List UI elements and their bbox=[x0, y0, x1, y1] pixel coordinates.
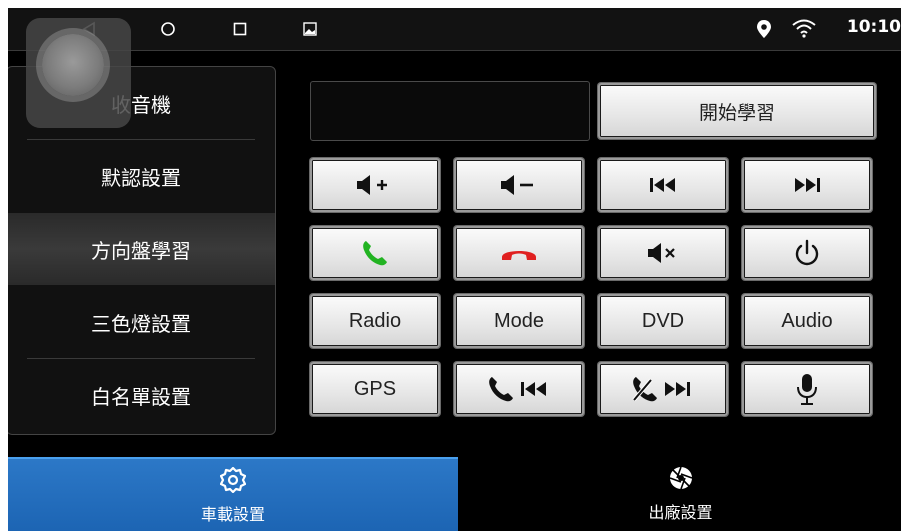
power-icon bbox=[795, 239, 819, 266]
previous-track-button[interactable] bbox=[598, 158, 728, 212]
voice-button[interactable] bbox=[742, 362, 872, 416]
gallery-icon bbox=[299, 18, 321, 40]
microphone-icon bbox=[797, 374, 817, 405]
call-hangup-icon bbox=[502, 251, 536, 260]
assistive-touch-button[interactable] bbox=[26, 18, 131, 128]
answer-call-button[interactable] bbox=[310, 226, 440, 280]
tab-label: 出廠設置 bbox=[648, 503, 713, 522]
volume-up-icon bbox=[357, 175, 387, 195]
tab-vehicle-settings[interactable]: 車載設置 bbox=[8, 457, 458, 531]
hangup-next-icon bbox=[632, 377, 690, 402]
gear-icon bbox=[220, 467, 246, 493]
volume-down-button[interactable] bbox=[454, 158, 584, 212]
mode-button[interactable]: Mode bbox=[454, 294, 584, 348]
status-bar: 10:10 bbox=[8, 8, 901, 51]
volume-down-icon bbox=[501, 175, 533, 195]
mute-button[interactable] bbox=[598, 226, 728, 280]
previous-track-icon bbox=[650, 178, 675, 192]
clock: 10:10 bbox=[846, 17, 901, 37]
call-previous-icon bbox=[489, 377, 546, 402]
call-answer-icon bbox=[363, 241, 387, 266]
radio-button[interactable]: Radio bbox=[310, 294, 440, 348]
aperture-icon bbox=[669, 466, 692, 490]
location-icon bbox=[753, 18, 775, 40]
mute-icon bbox=[648, 243, 675, 263]
recents-icon[interactable] bbox=[229, 18, 251, 40]
wifi-icon bbox=[790, 18, 818, 40]
bottom-tab-bar: 車載設置 出廠設置 bbox=[8, 453, 901, 531]
dvd-button[interactable]: DVD bbox=[598, 294, 728, 348]
volume-up-button[interactable] bbox=[310, 158, 440, 212]
audio-button[interactable]: Audio bbox=[742, 294, 872, 348]
call-previous-button[interactable] bbox=[454, 362, 584, 416]
power-button[interactable] bbox=[742, 226, 872, 280]
menu-item-tricolor-light[interactable]: 三色燈設置 bbox=[8, 286, 275, 358]
menu-item-default-settings[interactable]: 默認設置 bbox=[8, 140, 275, 212]
gps-button[interactable]: GPS bbox=[310, 362, 440, 416]
top-caption-strip bbox=[0, 0, 901, 8]
assistive-touch-icon bbox=[42, 34, 104, 96]
tab-label: 車載設置 bbox=[200, 505, 265, 524]
menu-item-steering-learning[interactable]: 方向盤學習 bbox=[8, 213, 275, 285]
next-track-button[interactable] bbox=[742, 158, 872, 212]
home-icon[interactable] bbox=[157, 18, 179, 40]
hangup-call-button[interactable] bbox=[454, 226, 584, 280]
tab-factory-settings[interactable]: 出廠設置 bbox=[460, 457, 901, 531]
menu-item-whitelist[interactable]: 白名單設置 bbox=[8, 359, 275, 431]
start-learning-button[interactable]: 開始學習 bbox=[598, 83, 876, 139]
head-unit-screen: 10:10 收音機 默認設置 方向盤學習 三色燈設置 白名單設置 開始學習 Ra… bbox=[8, 8, 901, 531]
hangup-next-button[interactable] bbox=[598, 362, 728, 416]
next-track-icon bbox=[795, 178, 820, 192]
key-display-box bbox=[310, 81, 590, 141]
